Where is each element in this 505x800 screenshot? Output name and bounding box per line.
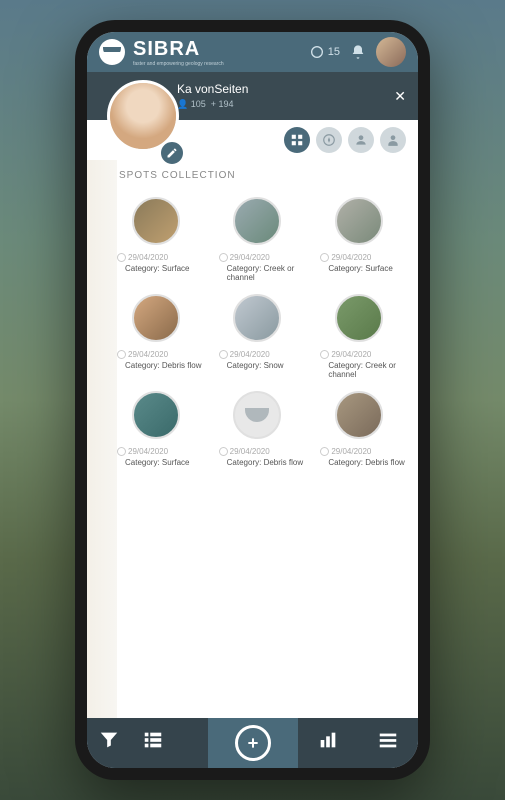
bell-icon[interactable]: [350, 44, 366, 60]
top-bar: SIBRA faster and empowering geology rese…: [87, 32, 418, 72]
spot-item[interactable]: 29/04/2020 Category: Surface: [312, 197, 406, 282]
logo-text: SIBRA: [133, 38, 224, 61]
spot-thumbnail: [233, 294, 281, 342]
profile-name: Ka vonSeiten: [177, 82, 248, 96]
spot-date: 29/04/2020: [117, 253, 203, 262]
spot-date: 29/04/2020: [320, 447, 406, 456]
spot-date: 29/04/2020: [219, 253, 305, 262]
spot-category: Category: Debris flow: [320, 458, 406, 467]
spot-category: Category: Surface: [117, 264, 203, 273]
spot-item[interactable]: 29/04/2020 Category: Debris flow: [109, 294, 203, 379]
edit-button[interactable]: [159, 140, 185, 166]
compass-button[interactable]: [316, 127, 342, 153]
section-title: SPOTS COLLECTION: [119, 170, 406, 181]
spot-thumbnail: [335, 391, 383, 439]
logo-tagline: faster and empowering geology research: [133, 61, 224, 67]
filter-button[interactable]: [87, 718, 131, 762]
logo-icon: [99, 39, 125, 65]
spot-thumbnail: [233, 391, 281, 439]
user-button[interactable]: [380, 127, 406, 153]
spot-date: 29/04/2020: [117, 350, 203, 359]
spot-category: Category: Debris flow: [219, 458, 305, 467]
spot-item[interactable]: 29/04/2020 Category: Snow: [211, 294, 305, 379]
spot-thumbnail: [132, 294, 180, 342]
spot-category: Category: Surface: [320, 264, 406, 273]
spot-category: Category: Creek or channel: [219, 264, 305, 282]
spot-category: Category: Creek or channel: [320, 361, 406, 379]
bottom-nav: [87, 718, 418, 768]
profile-stats: 👤 105 + 194: [177, 99, 248, 110]
close-icon[interactable]: ✕: [394, 88, 406, 105]
list-button[interactable]: [131, 718, 175, 762]
spot-item[interactable]: 29/04/2020 Category: Surface: [109, 197, 203, 282]
grid-view-button[interactable]: [284, 127, 310, 153]
spot-date: 29/04/2020: [219, 350, 305, 359]
spot-date: 29/04/2020: [219, 447, 305, 456]
spot-category: Category: Debris flow: [117, 361, 203, 370]
spot-category: Category: Surface: [117, 458, 203, 467]
content-area: SPOTS COLLECTION 29/04/2020 Category: Sur…: [87, 160, 418, 718]
spot-thumbnail: [132, 391, 180, 439]
spot-thumbnail: [132, 197, 180, 245]
spot-category: Category: Snow: [219, 361, 305, 370]
profile-button[interactable]: [348, 127, 374, 153]
spot-thumbnail: [233, 197, 281, 245]
spot-item[interactable]: 29/04/2020 Category: Surface: [109, 391, 203, 467]
spot-thumbnail: [335, 197, 383, 245]
spot-thumbnail: [335, 294, 383, 342]
menu-button[interactable]: [366, 718, 410, 762]
spot-date: 29/04/2020: [320, 350, 406, 359]
spot-item[interactable]: 29/04/2020 Category: Debris flow: [211, 391, 305, 467]
spot-item[interactable]: 29/04/2020 Category: Creek or channel: [211, 197, 305, 282]
spot-item[interactable]: 29/04/2020 Category: Creek or channel: [312, 294, 406, 379]
add-button[interactable]: [235, 725, 271, 761]
stats-button[interactable]: [306, 718, 350, 762]
spot-date: 29/04/2020: [320, 253, 406, 262]
messages-icon[interactable]: 15: [309, 44, 340, 60]
user-avatar[interactable]: [376, 37, 406, 67]
spot-date: 29/04/2020: [117, 447, 203, 456]
spot-item[interactable]: 29/04/2020 Category: Debris flow: [312, 391, 406, 467]
